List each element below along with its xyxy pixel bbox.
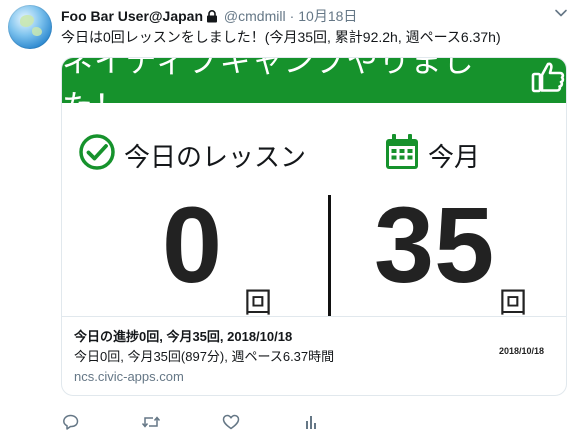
user-name[interactable]: Foo Bar User@Japan (61, 8, 203, 24)
this-month-title: 今月 (384, 133, 480, 178)
this-month-label: 今月 (428, 142, 481, 172)
today-lesson-label: 今日のレッスン (124, 142, 307, 172)
lock-icon (206, 9, 218, 27)
tweet-header: Foo Bar User@Japan @cmdmill · 10月18日 (61, 7, 357, 25)
heart-icon[interactable] (221, 412, 241, 432)
card-banner: ネイティブキャンプやりました！ (62, 58, 566, 124)
user-handle[interactable]: @cmdmill (224, 8, 286, 24)
avatar[interactable] (8, 5, 52, 49)
card-domain: ncs.civic-apps.com (74, 369, 184, 384)
chevron-down-icon[interactable] (554, 6, 568, 20)
separator: · (289, 8, 295, 24)
month-unit: 回 (499, 287, 528, 318)
card-stats: 今日のレッスン 今月 0 回 35 回 2018/10/18 (62, 103, 566, 356)
card-title: 今日の進捗0回, 今月35回, 2018/10/18 (74, 329, 293, 344)
divider (328, 195, 331, 317)
card-description: 今日0回, 今月35回(897分), 週ペース6.37時間 (74, 349, 335, 364)
link-card[interactable]: ネイティブキャンプやりました！ 今日のレッスン 今月 0 回 35 回 2018… (61, 57, 567, 396)
today-unit: 回 (244, 287, 273, 318)
today-count: 0 (162, 184, 223, 305)
month-count: 35 (374, 184, 495, 305)
avatar-land (32, 27, 42, 36)
tweet-text: 今日は0回レッスンをしました！(今月35回, 累計92.2h, 週ペース6.37… (61, 29, 501, 45)
tweet-date[interactable]: 10月18日 (298, 8, 357, 24)
calendar-icon (384, 133, 420, 178)
thumbs-up-icon (524, 60, 566, 102)
reply-icon[interactable] (61, 412, 81, 432)
card-footer[interactable]: 今日の進捗0回, 今月35回, 2018/10/18 今日0回, 今月35回(8… (62, 316, 566, 395)
analytics-icon[interactable] (301, 412, 321, 432)
retweet-icon[interactable] (141, 412, 161, 432)
tweet-actions (61, 412, 361, 432)
today-lesson-title: 今日のレッスン (78, 133, 306, 178)
avatar-land (20, 15, 34, 27)
check-circle-icon (78, 133, 116, 178)
